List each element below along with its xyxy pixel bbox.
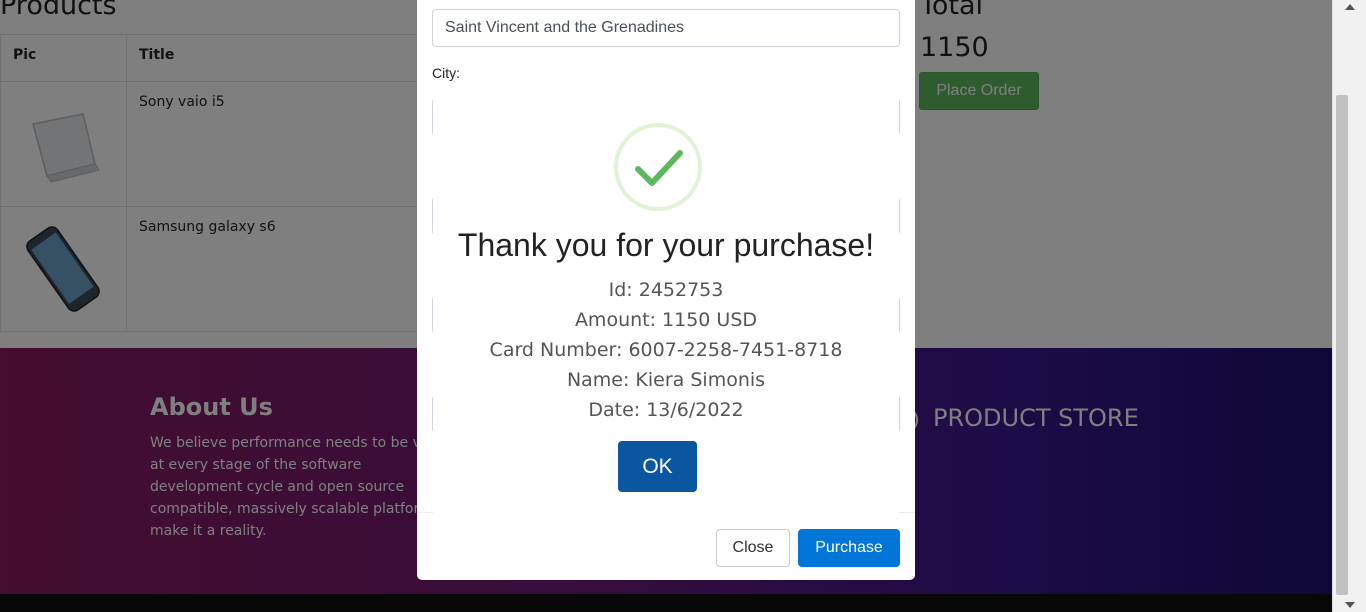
close-button[interactable]: Close [716, 529, 790, 567]
customer-name-line: Name: Kiera Simonis [566, 369, 766, 391]
card-number-line: Card Number: 6007-2258-7451-8718 [489, 339, 843, 361]
purchase-button[interactable]: Purchase [798, 529, 900, 567]
scroll-down-arrow-icon[interactable] [1345, 602, 1355, 608]
amount-line: Amount: 1150 USD [574, 309, 758, 331]
vertical-scrollbar[interactable] [1332, 0, 1366, 612]
country-input[interactable] [432, 9, 900, 47]
city-label: City: [432, 65, 460, 81]
alert-details: Id: 2452753 Amount: 1150 USD Card Number… [433, 275, 899, 425]
alert-title: Thank you for your purchase! [457, 227, 875, 263]
order-id-line: Id: 2452753 [608, 279, 724, 301]
order-date-line: Date: 13/6/2022 [588, 399, 744, 421]
scroll-up-arrow-icon[interactable] [1345, 4, 1355, 10]
ok-button[interactable]: OK [618, 441, 697, 492]
success-check-icon [614, 123, 702, 211]
purchase-confirmation-alert: Thank you for your purchase! Id: 2452753… [433, 95, 899, 515]
scroll-thumb[interactable] [1336, 95, 1348, 595]
modal-footer: Close Purchase [417, 512, 915, 580]
